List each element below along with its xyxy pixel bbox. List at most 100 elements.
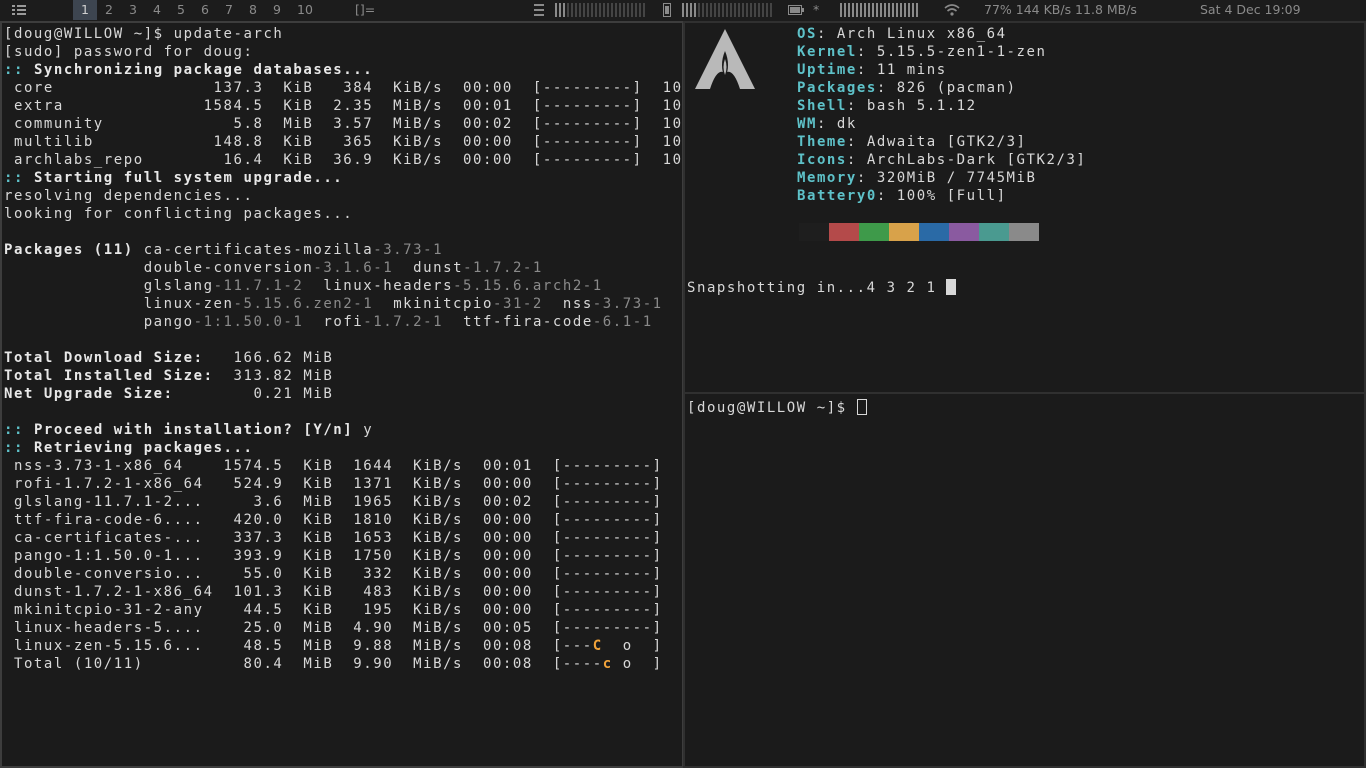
workspace-3-button[interactable]: 3 — [121, 0, 145, 20]
package-name: double-conversion — [143, 260, 314, 276]
download-row-text: o ] 36% — [622, 638, 663, 654]
installed-size-label: Total Installed Size: — [4, 368, 214, 384]
info-key: OS — [797, 26, 817, 42]
color-swatch — [889, 223, 919, 241]
info-separator: : — [876, 80, 887, 96]
info-value: 5.15.5-zen1-1-zen — [866, 44, 1047, 60]
package-name: glslang — [143, 278, 214, 294]
info-key: Shell — [797, 98, 847, 114]
sudo-prompt: [sudo] password for doug: — [4, 44, 254, 60]
terminal-window-left[interactable]: [doug@WILLOW ~]$ update-arch [sudo] pass… — [0, 21, 684, 768]
snapshot-countdown: Snapshotting in...4 3 2 1 — [687, 280, 947, 296]
package-version: -5.15.6.arch2-1 — [453, 278, 603, 294]
info-separator: : — [856, 170, 867, 186]
terminal-window-right-bottom[interactable]: [doug@WILLOW ~]$ — [683, 392, 1366, 768]
memory-usage-graph — [682, 3, 774, 17]
menu-icon[interactable] — [12, 5, 26, 15]
info-key: Packages — [797, 80, 877, 96]
package-version: -31-2 — [492, 296, 543, 312]
info-separator: : — [816, 116, 827, 132]
workspace-7-button[interactable]: 7 — [217, 0, 241, 20]
workspace-8-button[interactable]: 8 — [241, 0, 265, 20]
proceed-prompt: Proceed with installation? [Y/n] — [23, 422, 354, 438]
info-separator: : — [856, 62, 867, 78]
db-row-core: core 137.3 KiB 384 KiB/s 00:00 [--------… — [4, 80, 684, 96]
info-value: 100% [Full] — [886, 188, 1007, 204]
download-row-text: o ] 48% — [622, 656, 663, 672]
download-row: pango-1:1.50.0-1... 393.9 KiB 1750 KiB/s… — [4, 548, 684, 564]
prefix-marker: :: — [4, 440, 24, 456]
package-name: ttf-fira-code — [463, 314, 593, 330]
download-row: ca-certificates-... 337.3 KiB 1653 KiB/s… — [4, 530, 684, 546]
download-row: dunst-1.7.2-1-x86_64 101.3 KiB 483 KiB/s… — [4, 584, 684, 600]
clock[interactable]: Sat 4 Dec 19:09 — [1200, 0, 1301, 20]
network-status: 77% 144 KB/s 11.8 MB/s — [984, 2, 1137, 17]
package-name: linux-headers — [323, 278, 454, 294]
package-name: rofi — [323, 314, 364, 330]
color-swatch — [859, 223, 889, 241]
terminal-cursor[interactable] — [856, 399, 867, 415]
command-line: [doug@WILLOW ~]$ update-arch — [4, 26, 284, 42]
package-version: -11.7.1-2 — [213, 278, 304, 294]
info-key: Theme — [797, 134, 847, 150]
package-version: -1.7.2-1 — [463, 260, 543, 276]
info-key: Battery0 — [797, 188, 877, 204]
color-swatch — [799, 223, 829, 241]
shell-prompt-line: [doug@WILLOW ~]$ — [687, 399, 867, 417]
download-size-label: Total Download Size: — [4, 350, 204, 366]
terminal-window-neofetch[interactable]: OS: Arch Linux x86_64 Kernel: 5.15.5-zen… — [683, 21, 1366, 394]
info-value: 320MiB / 7745MiB — [866, 170, 1037, 186]
info-separator: : — [816, 26, 827, 42]
pacman-progress-glyph: C — [592, 638, 603, 654]
package-name: linux-zen — [143, 296, 234, 312]
info-separator: : — [856, 44, 867, 60]
workspace-2-button[interactable]: 2 — [97, 0, 121, 20]
wifi-icon[interactable] — [944, 4, 960, 16]
prefix-marker: :: — [4, 170, 24, 186]
installed-size-value: 313.82 MiB — [213, 368, 334, 384]
package-name: ca-certificates-mozilla — [143, 242, 374, 258]
workspace-4-button[interactable]: 4 — [145, 0, 169, 20]
layout-indicator[interactable]: []= — [355, 0, 375, 20]
download-row: double-conversio... 55.0 KiB 332 KiB/s 0… — [4, 566, 684, 582]
db-row-community: community 5.8 MiB 3.57 MiB/s 00:02 [----… — [4, 116, 684, 132]
download-row: rofi-1.7.2-1-x86_64 524.9 KiB 1371 KiB/s… — [4, 476, 684, 492]
info-value: Adwaita [GTK2/3] — [856, 134, 1027, 150]
package-version: -6.1-1 — [592, 314, 653, 330]
db-row-multilib: multilib 148.8 KiB 365 KiB/s 00:00 [----… — [4, 134, 684, 150]
section-heading: Starting full system upgrade... — [23, 170, 344, 186]
download-row: linux-headers-5.... 25.0 MiB 4.90 MiB/s … — [4, 620, 684, 636]
workspace-6-button[interactable]: 6 — [193, 0, 217, 20]
section-heading: Retrieving packages... — [23, 440, 254, 456]
workspace-list: 1 2 3 4 5 6 7 8 9 10 — [73, 0, 321, 20]
download-row-text: linux-zen-5.15.6... 48.5 MiB 9.88 MiB/s … — [4, 638, 593, 654]
workspace-10-button[interactable]: 10 — [289, 0, 321, 20]
workspace-1-button[interactable]: 1 — [73, 0, 97, 20]
shell-prompt: [doug@WILLOW ~]$ — [687, 400, 857, 416]
proceed-answer: y — [353, 422, 374, 438]
info-value: ArchLabs-Dark [GTK2/3] — [856, 152, 1087, 168]
info-value: dk — [826, 116, 857, 132]
download-row-text: Total (10/11) 80.4 MiB 9.90 MiB/s 00:08 … — [4, 656, 603, 672]
package-version: -3.1.6-1 — [313, 260, 394, 276]
db-row-extra: extra 1584.5 KiB 2.35 MiB/s 00:01 [-----… — [4, 98, 684, 114]
info-separator: : — [846, 134, 857, 150]
memory-icon — [663, 3, 671, 17]
color-swatch — [1009, 223, 1039, 241]
workspace-5-button[interactable]: 5 — [169, 0, 193, 20]
cpu-icon — [534, 4, 544, 16]
terminal-cursor — [946, 279, 957, 295]
download-row: glslang-11.7.1-2... 3.6 MiB 1965 KiB/s 0… — [4, 494, 684, 510]
info-value: Arch Linux x86_64 — [826, 26, 1007, 42]
workspace-9-button[interactable]: 9 — [265, 0, 289, 20]
download-row: mkinitcpio-31-2-any 44.5 KiB 195 KiB/s 0… — [4, 602, 684, 618]
download-total-row: Total (10/11) 80.4 MiB 9.90 MiB/s 00:08 … — [4, 656, 682, 672]
info-key: Memory — [797, 170, 857, 186]
volume-level-graph[interactable] — [840, 3, 920, 17]
info-separator: : — [846, 98, 857, 114]
info-value: 11 mins — [866, 62, 947, 78]
package-name: mkinitcpio — [393, 296, 493, 312]
prefix-marker: :: — [4, 422, 24, 438]
volume-marker: * — [813, 2, 820, 17]
prefix-marker: :: — [4, 62, 24, 78]
